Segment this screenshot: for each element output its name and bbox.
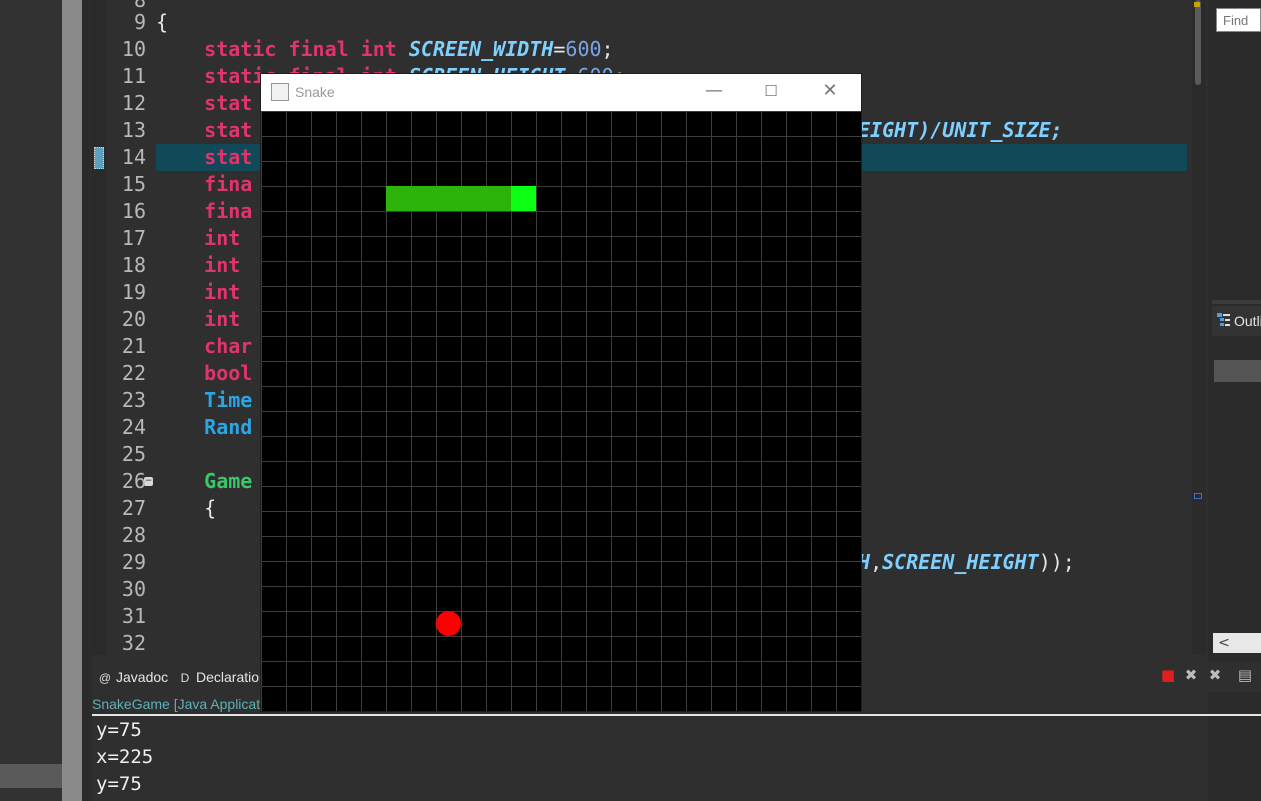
line-number: 28 [121,523,146,547]
snake-body-segment [486,186,511,211]
package-explorer-scrollbar[interactable] [62,0,82,801]
console-divider [92,714,1261,716]
line-number: 24 [121,415,146,439]
line-number: 11 [121,64,146,88]
line-number: 9 [133,10,146,34]
line-number: 22 [121,361,146,385]
console-menu-icon[interactable]: ▤ [1236,666,1254,684]
line-number: 31 [121,604,146,628]
code-line: char [156,334,253,358]
editor-vertical-scrollbar[interactable] [1192,0,1206,655]
line-number: 10 [121,37,146,61]
code-line: static final int SCREEN_WIDTH=600; [204,37,614,61]
maximize-button[interactable]: ☐ [743,74,799,111]
remove-launch-icon[interactable]: ✖ [1182,666,1200,684]
panel-sash[interactable] [82,0,92,801]
snake-body-segment [461,186,486,211]
window-titlebar[interactable]: Snake — ☐ ✕ [261,74,861,111]
tab-label: Javadoc [116,669,169,685]
line-number: 18 [121,253,146,277]
line-number: 23 [121,388,146,412]
snake-game-window[interactable]: Snake — ☐ ✕ [261,74,861,711]
code-line: stat [156,91,253,115]
snake-head [511,186,536,211]
console-output-line: y=75 [96,719,142,741]
code-line: bool [156,361,253,385]
tab-label: Declaration [196,669,267,685]
console-output-line: x=225 [96,746,154,768]
code-line: int [156,253,241,277]
line-number: 19 [121,280,146,304]
line-number: 20 [121,307,146,331]
console-output-line: y=75 [96,773,142,795]
line-number: 17 [121,226,146,250]
code-line: Time [156,388,253,412]
code-line: int [156,226,241,250]
line-number: 15 [121,172,146,196]
tab-javadoc[interactable]: @ Javadoc [98,662,168,692]
snake-body-segment [436,186,461,211]
code-line: Game [156,469,253,493]
line-number: 25 [121,442,146,466]
code-line: Rand [156,415,253,439]
line-number: 29 [121,550,146,574]
line-number: 26 [121,469,146,493]
minimize-button[interactable]: — [686,74,742,111]
panel-divider [1212,300,1261,304]
code-line: int [156,307,241,331]
line-number: 13 [121,118,146,142]
close-button[interactable]: ✕ [802,74,858,111]
line-number: 12 [121,91,146,115]
terminate-icon[interactable]: ■ [1159,666,1177,684]
occurrence-overview-marker[interactable] [1194,493,1202,499]
snake-body-segment [411,186,436,211]
outline-content-area[interactable] [1214,360,1261,382]
line-number: 32 [121,631,146,655]
code-line: int [156,280,241,304]
game-board[interactable] [261,111,861,711]
apple [436,611,461,636]
outline-icon [1217,313,1230,326]
line-number: 14 [121,145,146,169]
package-explorer-panel [0,0,62,801]
outline-tab-label: Outline [1234,313,1261,329]
code-line: { [156,496,217,520]
code-line: { [156,10,169,34]
line-number: 27 [121,496,146,520]
code-line: stat [156,145,253,169]
remove-all-icon[interactable]: ✖ [1206,666,1224,684]
window-title: Snake [295,84,335,100]
package-explorer-hscroll[interactable] [0,764,62,788]
line-number: 21 [121,334,146,358]
java-app-icon [271,83,289,101]
declaration-icon: D [180,671,190,685]
bookmark-marker-icon [94,147,104,169]
javadoc-icon: @ [98,671,112,685]
line-number: 30 [121,577,146,601]
editor-ruler [92,0,106,655]
code-line-tail: EIGHT)/UNIT_SIZE; [858,118,1063,142]
code-line-tail: TH,SCREEN_HEIGHT)); [846,550,1075,574]
code-line: stat [156,118,253,142]
find-input[interactable] [1216,8,1261,32]
line-number: 16 [121,199,146,223]
code-line: fina [156,172,253,196]
scrollbar-thumb[interactable] [1195,0,1201,85]
tab-declaration[interactable]: D Declaration [178,662,267,692]
warning-overview-marker[interactable] [1194,2,1200,7]
snake-body-segment [386,186,411,211]
scroll-left-icon[interactable]: < [1213,633,1235,653]
code-line: fina [156,199,253,223]
